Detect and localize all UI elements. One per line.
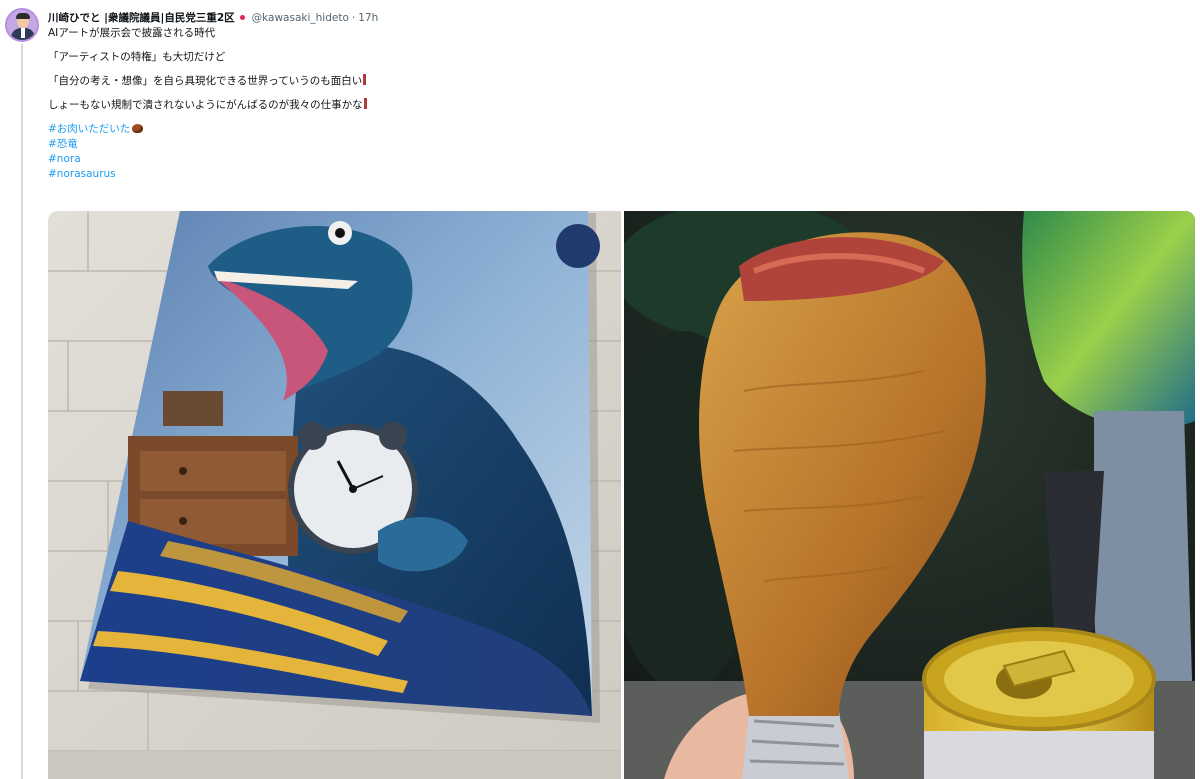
hashtag-3[interactable]: #nora (48, 152, 367, 167)
tweet-line-1: AIアートが展示会で披露される時代 (48, 27, 216, 39)
red-mark-icon (363, 74, 367, 85)
author-name[interactable]: 川崎ひでと |衆議院議員|自民党三重2区 (48, 10, 235, 25)
hashtag-4[interactable]: #norasaurus (48, 167, 367, 182)
hashtag-1[interactable]: #お肉いただいた (48, 122, 367, 137)
meat-emoji-icon (132, 124, 144, 133)
tweet-header: 川崎ひでと |衆議院議員|自民党三重2区 @kawasaki_hideto · … (48, 10, 378, 25)
separator: · (351, 11, 356, 24)
turkey-leg-photo[interactable] (624, 211, 1195, 779)
tweet-line-2: 「アーティストの特権」も大切だけど (48, 51, 226, 63)
author-handle[interactable]: @kawasaki_hideto (252, 12, 349, 24)
timestamp[interactable]: 17h (358, 12, 378, 24)
red-mark-icon (363, 98, 367, 109)
tweet-text: AIアートが展示会で披露される時代 「アーティストの特権」も大切だけど 「自分の… (48, 26, 367, 182)
hashtag-2[interactable]: #恐竜 (48, 137, 367, 152)
thread-line (21, 44, 23, 779)
avatar[interactable] (5, 8, 39, 42)
tweet-line-3: 「自分の考え・想像」を自ら具現化できる世界っていうのも面白い (48, 74, 367, 89)
media-grid (48, 211, 1195, 779)
japan-flag-icon (239, 15, 245, 20)
dinosaur-painting-photo[interactable] (48, 211, 621, 779)
tweet-line-4: しょーもない規制で潰されないようにがんばるのが我々の仕事かな (48, 98, 367, 113)
